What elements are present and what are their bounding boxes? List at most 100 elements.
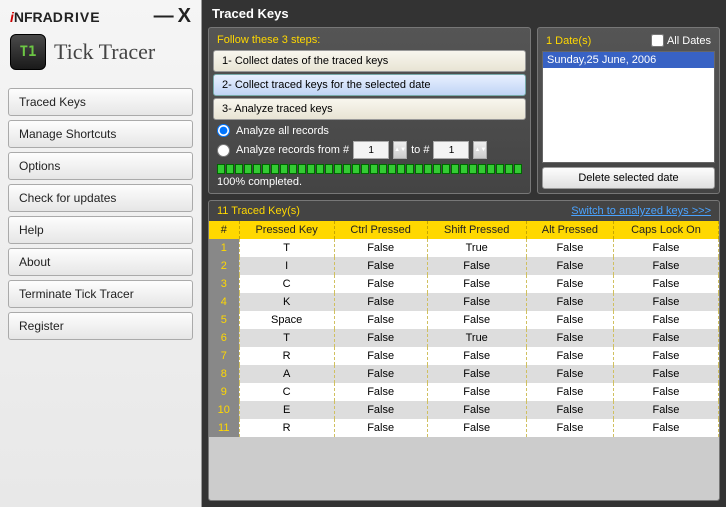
range-from-input[interactable] — [353, 141, 389, 159]
cell-ctrl: False — [334, 257, 427, 275]
table-row[interactable]: 11RFalseFalseFalseFalse — [209, 419, 719, 437]
table-row[interactable]: 7RFalseFalseFalseFalse — [209, 347, 719, 365]
cell-n: 2 — [209, 257, 239, 275]
minimize-button[interactable]: — — [154, 5, 174, 28]
cell-n: 8 — [209, 365, 239, 383]
col-caps[interactable]: Caps Lock On — [613, 221, 718, 239]
table-row[interactable]: 4KFalseFalseFalseFalse — [209, 293, 719, 311]
dates-list[interactable]: Sunday,25 June, 2006 — [542, 51, 715, 163]
analyze-all-radio[interactable] — [217, 124, 230, 137]
table-row[interactable]: 9CFalseFalseFalseFalse — [209, 383, 719, 401]
brand-middle: NFRA — [14, 9, 53, 25]
col-index[interactable]: # — [209, 221, 239, 239]
cell-caps: False — [613, 419, 718, 437]
dates-heading-row: 1 Date(s) All Dates — [542, 32, 715, 51]
col-pressed-key[interactable]: Pressed Key — [239, 221, 334, 239]
menu-manage-shortcuts[interactable]: Manage Shortcuts — [8, 120, 193, 148]
col-alt[interactable]: Alt Pressed — [526, 221, 613, 239]
cell-key: T — [239, 329, 334, 347]
cell-shift: False — [427, 311, 526, 329]
cell-key: C — [239, 383, 334, 401]
cell-alt: False — [526, 365, 613, 383]
app-title: Tick Tracer — [54, 39, 155, 65]
cell-key: T — [239, 239, 334, 257]
cell-shift: False — [427, 401, 526, 419]
cell-alt: False — [526, 329, 613, 347]
table-header-row: # Pressed Key Ctrl Pressed Shift Pressed… — [209, 221, 719, 239]
cell-shift: False — [427, 365, 526, 383]
analyze-range-row: Analyze records from # ▲▼ to # ▲▼ — [213, 139, 526, 161]
cell-n: 7 — [209, 347, 239, 365]
table-row[interactable]: 3CFalseFalseFalseFalse — [209, 275, 719, 293]
cell-ctrl: False — [334, 365, 427, 383]
menu-options[interactable]: Options — [8, 152, 193, 180]
date-item[interactable]: Sunday,25 June, 2006 — [543, 52, 714, 68]
analyze-all-label: Analyze all records — [236, 125, 329, 137]
cell-n: 4 — [209, 293, 239, 311]
keys-panel: 11 Traced Key(s) Switch to analyzed keys… — [208, 200, 720, 501]
main-panel: Traced Keys Follow these 3 steps: 1- Col… — [202, 0, 726, 507]
table-row[interactable]: 8AFalseFalseFalseFalse — [209, 365, 719, 383]
keys-count: 11 Traced Key(s) — [217, 205, 300, 217]
app-window: iNFRADRIVE — X T1 Tick Tracer Traced Key… — [0, 0, 726, 507]
dates-panel: 1 Date(s) All Dates Sunday,25 June, 2006… — [537, 27, 720, 194]
cell-alt: False — [526, 239, 613, 257]
cell-shift: False — [427, 293, 526, 311]
cell-key: E — [239, 401, 334, 419]
dates-count: 1 Date(s) — [546, 35, 591, 47]
cell-n: 5 — [209, 311, 239, 329]
menu-help[interactable]: Help — [8, 216, 193, 244]
cell-caps: False — [613, 257, 718, 275]
table-row[interactable]: 10EFalseFalseFalseFalse — [209, 401, 719, 419]
progress-label: 100% completed. — [213, 175, 526, 189]
close-button[interactable]: X — [178, 5, 191, 28]
keys-grid[interactable]: # Pressed Key Ctrl Pressed Shift Pressed… — [209, 221, 719, 500]
to-spinner[interactable]: ▲▼ — [473, 141, 487, 159]
table-row[interactable]: 1TFalseTrueFalseFalse — [209, 239, 719, 257]
cell-shift: True — [427, 329, 526, 347]
switch-keys-link[interactable]: Switch to analyzed keys >>> — [571, 205, 711, 217]
cell-caps: False — [613, 365, 718, 383]
analyze-range-radio[interactable] — [217, 144, 230, 157]
cell-ctrl: False — [334, 293, 427, 311]
sidebar-top: iNFRADRIVE — X — [0, 0, 201, 28]
app-icon: T1 — [10, 34, 46, 70]
step-1-button[interactable]: 1- Collect dates of the traced keys — [213, 50, 526, 72]
steps-heading: Follow these 3 steps: — [213, 32, 526, 50]
logo-row: T1 Tick Tracer — [0, 28, 201, 80]
cell-ctrl: False — [334, 239, 427, 257]
table-row[interactable]: 5SpaceFalseFalseFalseFalse — [209, 311, 719, 329]
menu-terminate[interactable]: Terminate Tick Tracer — [8, 280, 193, 308]
steps-panel: Follow these 3 steps: 1- Collect dates o… — [208, 27, 531, 194]
col-shift[interactable]: Shift Pressed — [427, 221, 526, 239]
menu-check-updates[interactable]: Check for updates — [8, 184, 193, 212]
range-to-input[interactable] — [433, 141, 469, 159]
menu-register[interactable]: Register — [8, 312, 193, 340]
cell-alt: False — [526, 383, 613, 401]
from-spinner[interactable]: ▲▼ — [393, 141, 407, 159]
cell-caps: False — [613, 275, 718, 293]
table-row[interactable]: 2IFalseFalseFalseFalse — [209, 257, 719, 275]
sidebar: iNFRADRIVE — X T1 Tick Tracer Traced Key… — [0, 0, 202, 507]
progress-bar — [213, 161, 526, 175]
all-dates-control: All Dates — [651, 34, 711, 47]
cell-alt: False — [526, 419, 613, 437]
cell-ctrl: False — [334, 275, 427, 293]
all-dates-checkbox[interactable] — [651, 34, 664, 47]
cell-caps: False — [613, 401, 718, 419]
cell-alt: False — [526, 293, 613, 311]
cell-shift: False — [427, 383, 526, 401]
table-row[interactable]: 6TFalseTrueFalseFalse — [209, 329, 719, 347]
delete-date-button[interactable]: Delete selected date — [542, 167, 715, 189]
analyze-all-row: Analyze all records — [213, 122, 526, 139]
cell-n: 1 — [209, 239, 239, 257]
menu-traced-keys[interactable]: Traced Keys — [8, 88, 193, 116]
step-3-button[interactable]: 3- Analyze traced keys — [213, 98, 526, 120]
cell-n: 11 — [209, 419, 239, 437]
cell-key: R — [239, 419, 334, 437]
col-ctrl[interactable]: Ctrl Pressed — [334, 221, 427, 239]
menu-about[interactable]: About — [8, 248, 193, 276]
cell-key: Space — [239, 311, 334, 329]
cell-ctrl: False — [334, 419, 427, 437]
step-2-button[interactable]: 2- Collect traced keys for the selected … — [213, 74, 526, 96]
